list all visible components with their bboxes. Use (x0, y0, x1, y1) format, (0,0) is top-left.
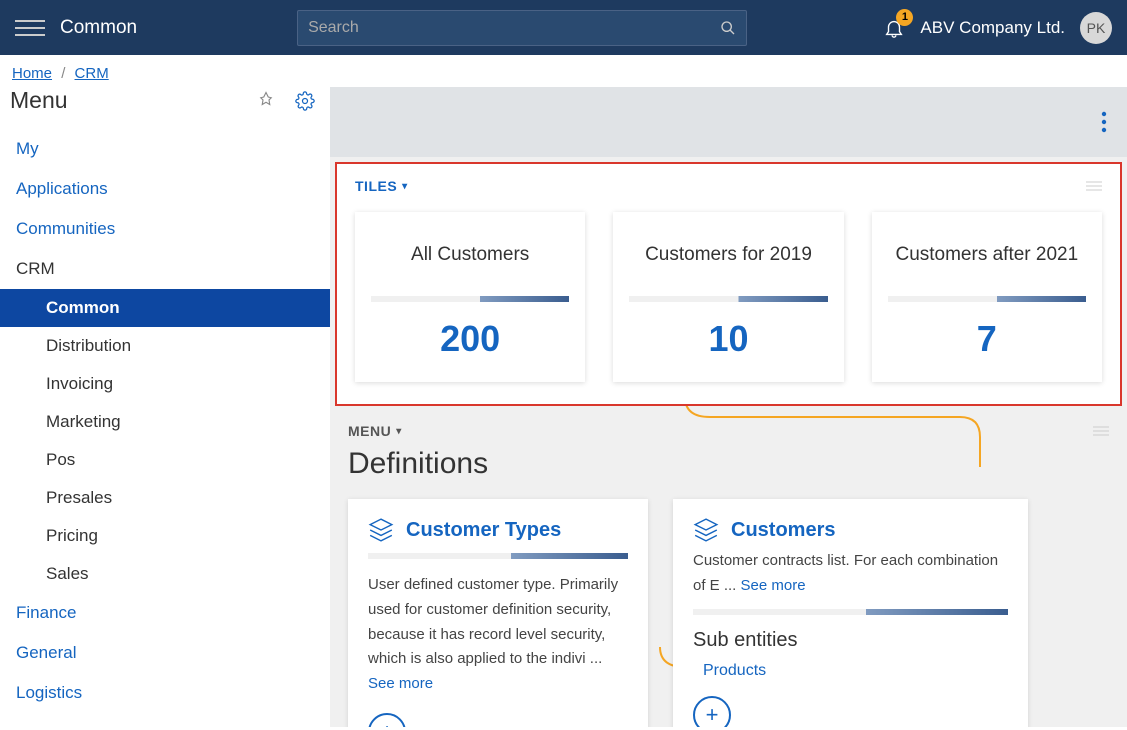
sub-item-sales[interactable]: Sales (0, 555, 330, 593)
tiles-panel: TILES ▾ All Customers 200 Customers for … (335, 162, 1122, 406)
tile-progress-bar (888, 296, 1086, 302)
tile-value: 200 (371, 318, 569, 360)
add-button[interactable]: + (693, 696, 731, 728)
pin-icon[interactable] (257, 91, 275, 111)
sub-item-common[interactable]: Common (0, 289, 330, 327)
breadcrumb: Home / CRM (0, 55, 1127, 87)
menu-item-communities[interactable]: Communities (0, 209, 330, 249)
search-box[interactable] (297, 10, 747, 46)
tile-customers-after-2021[interactable]: Customers after 2021 7 (872, 212, 1102, 382)
tile-progress-bar (629, 296, 827, 302)
sub-item-pos[interactable]: Pos (0, 441, 330, 479)
gear-icon[interactable] (295, 91, 315, 111)
menu-section: MENU ▾ Definitions Customer Types (330, 418, 1127, 727)
cards-row: Customer Types User defined customer typ… (348, 499, 1109, 727)
card-progress-bar (693, 609, 1008, 615)
notification-bell-icon[interactable]: 1 (883, 17, 905, 39)
stack-icon (693, 517, 719, 543)
hamburger-menu-icon[interactable] (15, 15, 45, 41)
breadcrumb-home[interactable]: Home (12, 65, 52, 82)
tile-value: 10 (629, 318, 827, 360)
tile-title: Customers for 2019 (629, 230, 827, 280)
card-desc-text: User defined customer type. Primarily us… (368, 576, 618, 667)
avatar[interactable]: PK (1080, 12, 1112, 44)
menu-header: Menu (0, 87, 330, 129)
sub-item-invoicing[interactable]: Invoicing (0, 365, 330, 403)
card-title: Customer Types (406, 519, 561, 542)
page-header-bar (330, 87, 1127, 157)
card-desc: User defined customer type. Primarily us… (368, 573, 628, 697)
search-icon[interactable] (720, 20, 736, 36)
tile-title: Customers after 2021 (888, 230, 1086, 280)
drag-handle-icon[interactable] (1093, 426, 1109, 436)
card-title: Customers (731, 519, 835, 542)
tile-all-customers[interactable]: All Customers 200 (355, 212, 585, 382)
sub-item-marketing[interactable]: Marketing (0, 403, 330, 441)
menu-item-general[interactable]: General (0, 633, 330, 673)
top-right: 1 ABV Company Ltd. PK (883, 12, 1112, 44)
sub-item-presales[interactable]: Presales (0, 479, 330, 517)
see-more-link[interactable]: See more (368, 675, 433, 692)
tile-value: 7 (888, 318, 1086, 360)
see-more-link[interactable]: See more (741, 577, 806, 594)
main: TILES ▾ All Customers 200 Customers for … (330, 87, 1127, 727)
tile-customers-2019[interactable]: Customers for 2019 10 (613, 212, 843, 382)
tile-progress-bar (371, 296, 569, 302)
menu-item-logistics[interactable]: Logistics (0, 673, 330, 713)
menu-item-crm[interactable]: CRM (0, 249, 330, 289)
sidebar: Menu My Applications Communities CRM Com… (0, 87, 330, 727)
topbar: Common 1 ABV Company Ltd. PK (0, 0, 1127, 55)
more-actions-icon[interactable] (1101, 111, 1107, 133)
tiles-header[interactable]: TILES ▾ (355, 178, 1102, 194)
sub-entity-products[interactable]: Products (693, 662, 1008, 680)
tiles-row: All Customers 200 Customers for 2019 10 … (355, 212, 1102, 382)
menu-list: My Applications Communities CRM Common D… (0, 129, 330, 713)
add-button[interactable]: + (368, 713, 406, 727)
card-desc: Customer contracts list. For each combin… (693, 549, 1008, 599)
card-desc-text: Customer contracts list. For each combin… (693, 552, 998, 594)
sub-entities-title: Sub entities (693, 629, 1008, 652)
drag-handle-icon[interactable] (1086, 181, 1102, 191)
section-title: Definitions (348, 447, 1109, 481)
search-input[interactable] (308, 19, 720, 37)
app-title: Common (60, 17, 137, 39)
menu-item-applications[interactable]: Applications (0, 169, 330, 209)
menu-item-finance[interactable]: Finance (0, 593, 330, 633)
menu-title: Menu (10, 87, 257, 114)
sub-list-crm: Common Distribution Invoicing Marketing … (0, 289, 330, 593)
sub-item-pricing[interactable]: Pricing (0, 517, 330, 555)
breadcrumb-crm[interactable]: CRM (75, 65, 109, 82)
card-progress-bar (368, 553, 628, 559)
notification-badge: 1 (896, 9, 913, 26)
chevron-down-icon: ▾ (396, 426, 402, 437)
stack-icon (368, 517, 394, 543)
breadcrumb-sep: / (61, 65, 65, 82)
menu-item-my[interactable]: My (0, 129, 330, 169)
sub-item-distribution[interactable]: Distribution (0, 327, 330, 365)
menu-section-header-label: MENU (348, 423, 391, 439)
card-customer-types[interactable]: Customer Types User defined customer typ… (348, 499, 648, 727)
company-name[interactable]: ABV Company Ltd. (920, 18, 1065, 38)
chevron-down-icon: ▾ (402, 181, 408, 192)
card-customers[interactable]: Customers Customer contracts list. For e… (673, 499, 1028, 727)
menu-section-header[interactable]: MENU ▾ (348, 423, 1109, 439)
tile-title: All Customers (371, 230, 569, 280)
tiles-header-label: TILES (355, 178, 397, 194)
